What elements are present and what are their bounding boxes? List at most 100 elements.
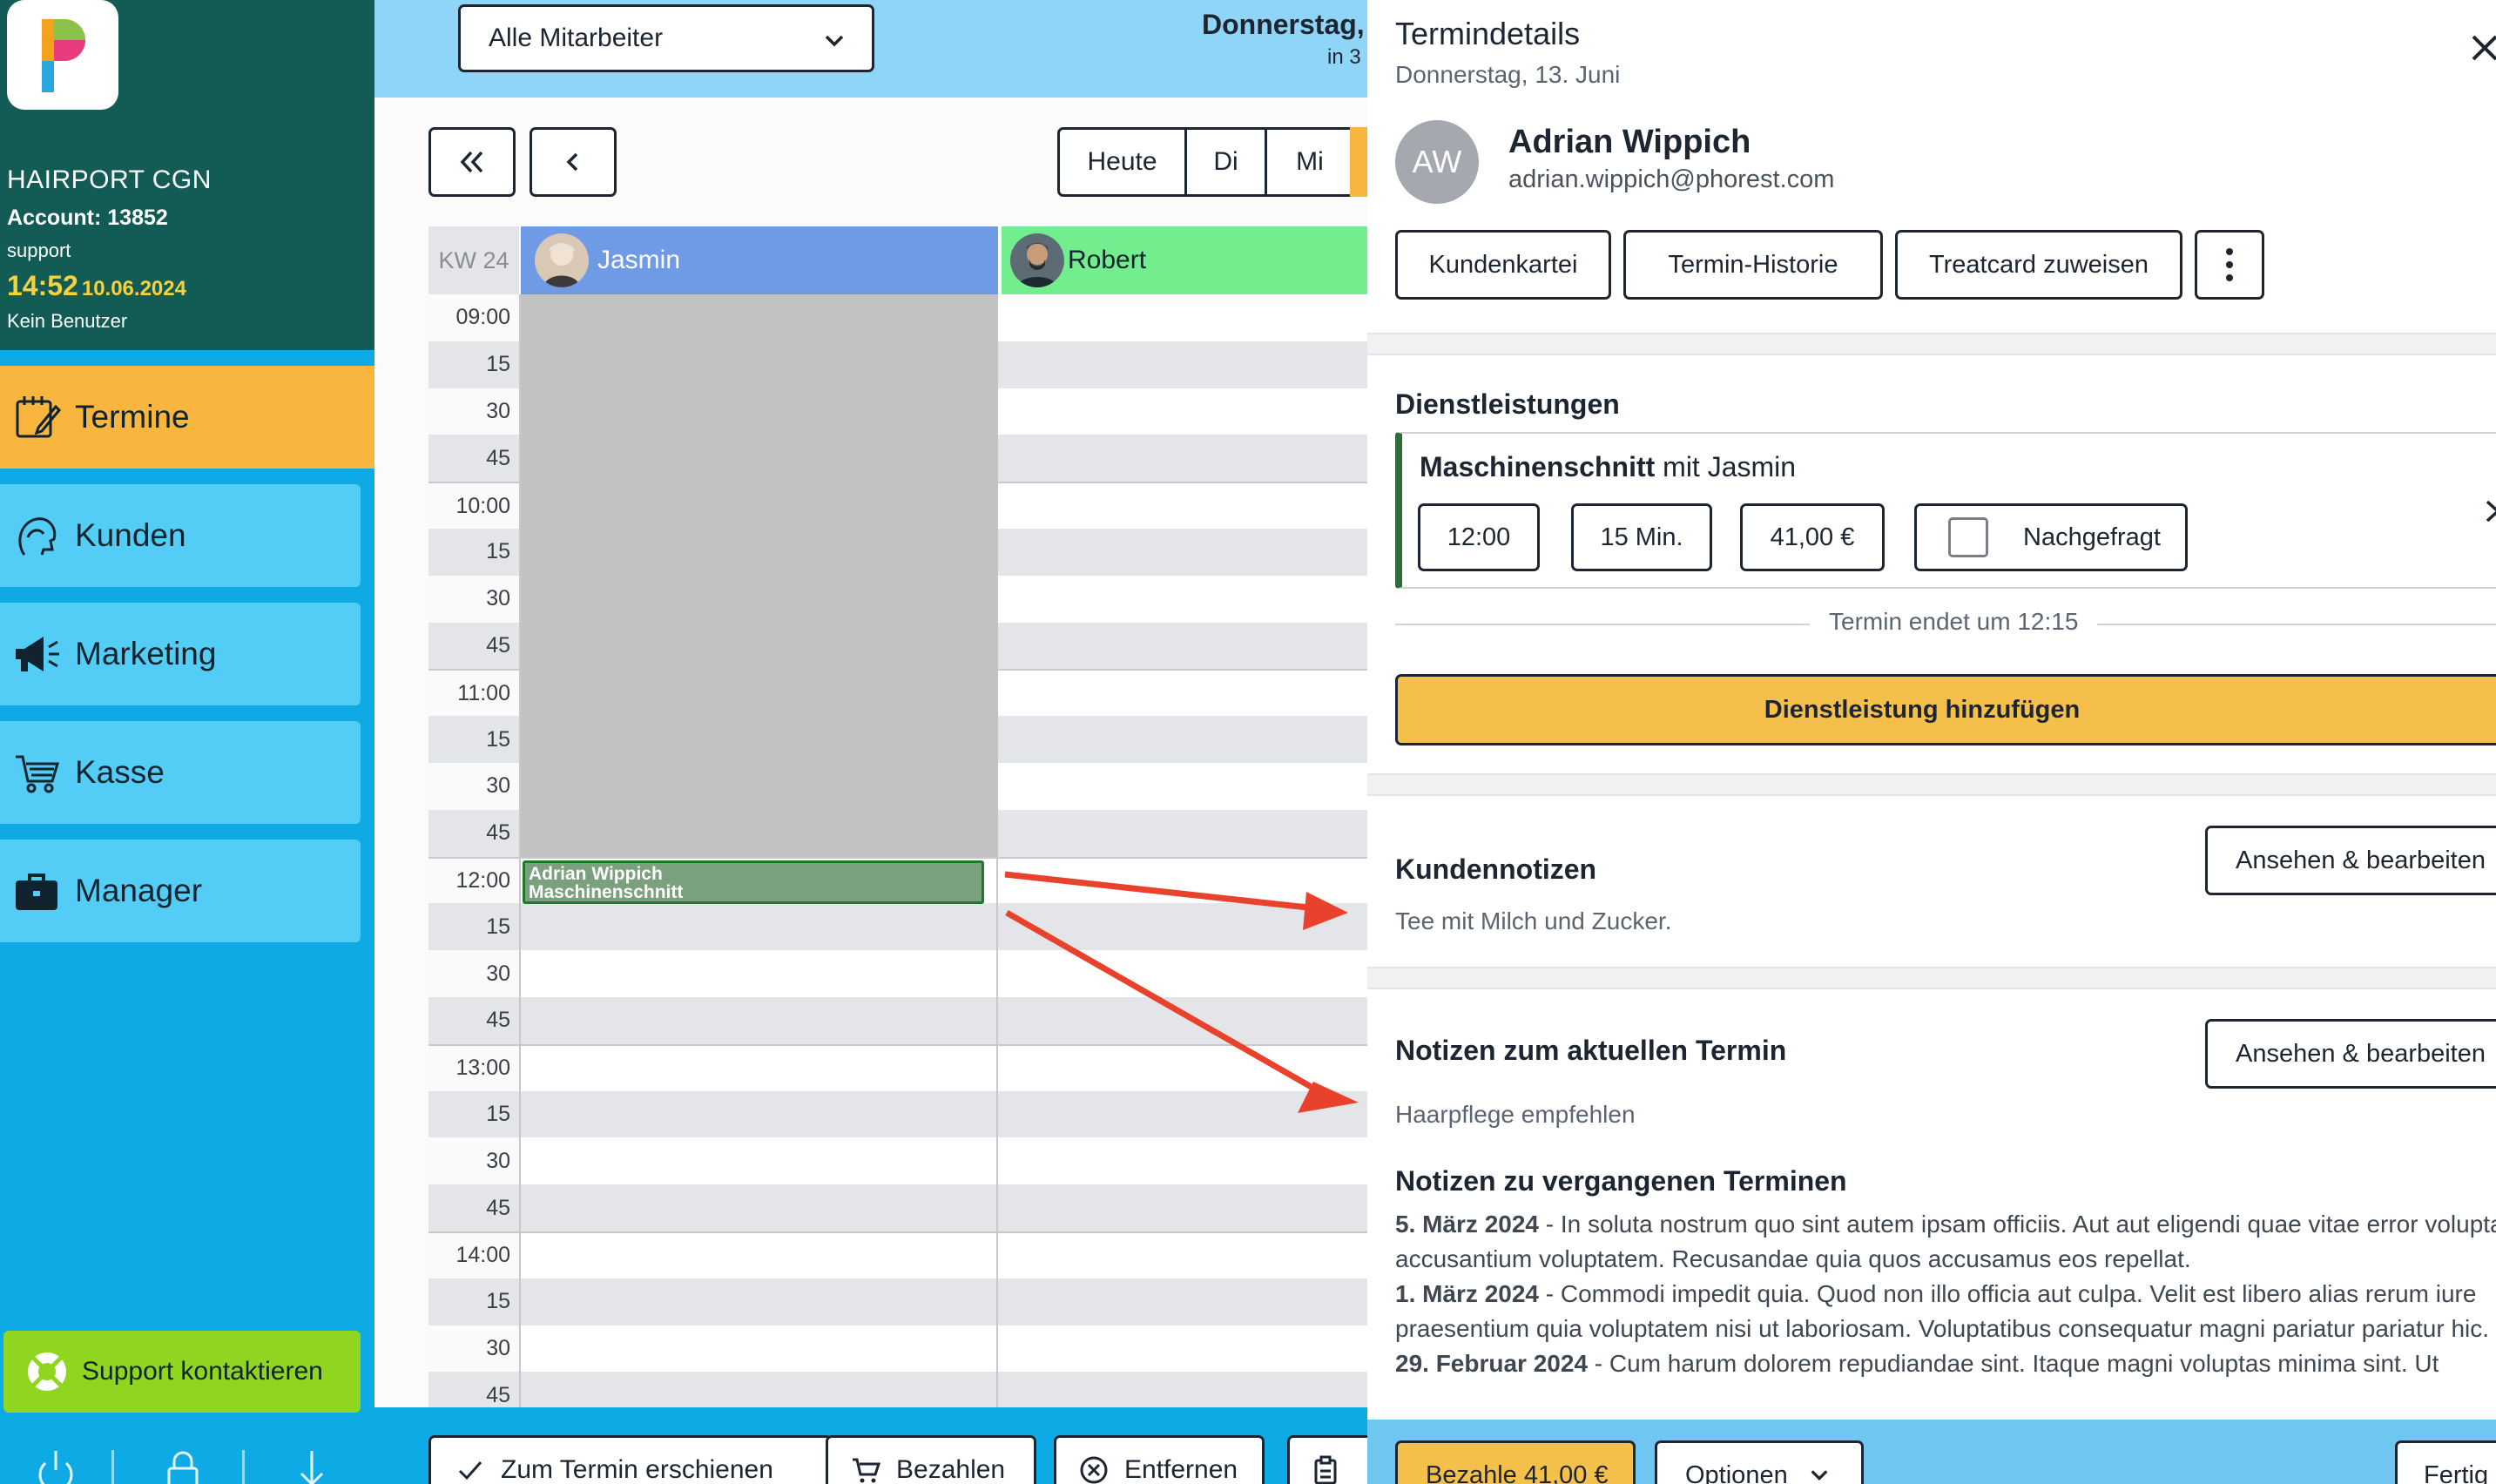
- appointment-block[interactable]: Adrian Wippich Maschinenschnitt: [523, 860, 984, 904]
- slot-robert[interactable]: [998, 1325, 1367, 1373]
- slot-robert[interactable]: [998, 716, 1367, 763]
- service-staff: mit Jasmin: [1663, 451, 1797, 482]
- slot-jasmin[interactable]: [519, 1184, 998, 1231]
- column-header-jasmin[interactable]: Jasmin: [521, 226, 998, 294]
- section-divider: [1367, 333, 2496, 355]
- day-button-di[interactable]: Di: [1187, 130, 1267, 194]
- slot-robert[interactable]: [998, 1278, 1367, 1325]
- slot-robert[interactable]: [998, 1372, 1367, 1407]
- nav-label: Kasse: [75, 754, 165, 790]
- slot-jasmin[interactable]: [519, 1325, 998, 1373]
- past-note-date: 1. März 2024: [1395, 1280, 1539, 1307]
- client-card-button[interactable]: Kundenkartei: [1395, 230, 1611, 300]
- current-time: 14:52 10.06.2024: [7, 270, 186, 302]
- chevron-right-icon[interactable]: [2480, 498, 2496, 524]
- time-label: 30: [428, 1137, 519, 1185]
- slot-jasmin[interactable]: [519, 1232, 998, 1278]
- time-label: 30: [428, 388, 519, 435]
- time-label: 30: [428, 575, 519, 623]
- support-button[interactable]: Support kontaktieren: [3, 1331, 361, 1413]
- slot-robert[interactable]: [998, 341, 1367, 388]
- slot-robert[interactable]: [998, 483, 1367, 529]
- slot-jasmin[interactable]: [519, 1090, 998, 1138]
- slot-robert[interactable]: [998, 622, 1367, 670]
- done-button[interactable]: Fertig: [2395, 1440, 2496, 1484]
- chevron-down-icon: [1811, 1470, 1828, 1481]
- slot-robert[interactable]: [998, 294, 1367, 341]
- slot-robert[interactable]: [998, 809, 1367, 857]
- nav-manager[interactable]: Manager: [0, 840, 361, 942]
- slot-jasmin[interactable]: [519, 1278, 998, 1325]
- edit-appointment-notes-button[interactable]: Ansehen & bearbeiten: [2205, 1019, 2496, 1089]
- section-divider: [1367, 967, 2496, 989]
- more-actions-button[interactable]: [2195, 230, 2264, 300]
- pay-label: Bezahlen: [896, 1455, 1006, 1484]
- account-number: Account: 13852: [7, 206, 168, 230]
- time-label: 11:00: [428, 671, 519, 717]
- add-service-button[interactable]: Dienstleistung hinzufügen: [1395, 674, 2496, 745]
- time-label: 14:00: [428, 1232, 519, 1278]
- phorest-logo: [7, 0, 118, 110]
- requested-toggle[interactable]: Nachgefragt: [1914, 503, 2188, 571]
- pay-amount-button[interactable]: Bezahle 41,00 €: [1395, 1440, 1636, 1484]
- past-notes-list: 5. März 2024 - In soluta nostrum quo sin…: [1395, 1207, 2496, 1381]
- nav-label: Kunden: [75, 517, 186, 553]
- slot-robert[interactable]: [998, 1232, 1367, 1278]
- time-label: 15: [428, 903, 519, 951]
- service-price[interactable]: 41,00 €: [1740, 503, 1885, 571]
- slot-jasmin[interactable]: [519, 1372, 998, 1407]
- treatcard-button[interactable]: Treatcard zuweisen: [1895, 230, 2182, 300]
- slot-robert[interactable]: [998, 671, 1367, 717]
- past-note-date: 5. März 2024: [1395, 1211, 1539, 1238]
- nav-kunden[interactable]: Kunden: [0, 484, 361, 587]
- download-icon[interactable]: [286, 1447, 338, 1484]
- slot-jasmin[interactable]: [519, 903, 998, 951]
- slot-jasmin[interactable]: [519, 1137, 998, 1185]
- lock-icon[interactable]: [157, 1447, 209, 1484]
- day-button-mi[interactable]: Mi: [1267, 130, 1353, 194]
- past-note-date: 29. Februar 2024: [1395, 1350, 1589, 1377]
- close-icon[interactable]: [2470, 33, 2496, 63]
- slot-robert[interactable]: [998, 575, 1367, 623]
- slot-jasmin[interactable]: [519, 1045, 998, 1091]
- service-name: Maschinenschnitt mit Jasmin: [1420, 451, 1796, 483]
- prev-day-button[interactable]: [530, 127, 617, 197]
- arrow-to-client-notes: [1004, 871, 1325, 913]
- blocked-time: [521, 294, 998, 857]
- options-button[interactable]: Optionen: [1655, 1440, 1864, 1484]
- edit-client-notes-button[interactable]: Ansehen & bearbeiten: [2205, 826, 2496, 895]
- slot-jasmin[interactable]: [519, 996, 998, 1044]
- slot-jasmin[interactable]: [519, 950, 998, 997]
- nav-kasse[interactable]: Kasse: [0, 721, 361, 824]
- nav-marketing[interactable]: Marketing: [0, 603, 361, 705]
- staff-select[interactable]: Alle Mitarbeiter: [458, 4, 874, 72]
- notes-button[interactable]: [1287, 1435, 1374, 1484]
- jump-back-button[interactable]: [428, 127, 516, 197]
- arrived-button[interactable]: Zum Termin erschienen: [428, 1435, 833, 1484]
- time-label: 12:00: [428, 858, 519, 904]
- power-icon[interactable]: [30, 1447, 82, 1484]
- clipboard-icon: [1314, 1455, 1337, 1484]
- view-selected-indicator[interactable]: [1350, 127, 1367, 197]
- service-duration[interactable]: 15 Min.: [1571, 503, 1712, 571]
- service-time[interactable]: 12:00: [1418, 503, 1540, 571]
- pay-button[interactable]: Bezahlen: [826, 1435, 1036, 1484]
- clock-date: 10.06.2024: [81, 277, 186, 300]
- column-header-robert[interactable]: Robert: [1002, 226, 1367, 294]
- appointment-history-button[interactable]: Termin-Historie: [1623, 230, 1883, 300]
- slot-robert[interactable]: [998, 1184, 1367, 1231]
- slot-robert[interactable]: [998, 435, 1367, 482]
- nav-termine[interactable]: Termine: [0, 366, 374, 469]
- today-button[interactable]: Heute: [1060, 130, 1187, 194]
- slot-robert[interactable]: [998, 762, 1367, 810]
- remove-button[interactable]: Entfernen: [1054, 1435, 1265, 1484]
- clock-time: 14:52: [7, 270, 78, 301]
- nav-label: Manager: [75, 873, 203, 908]
- past-note: 5. März 2024 - In soluta nostrum quo sin…: [1395, 1207, 2496, 1277]
- slot-robert[interactable]: [998, 388, 1367, 435]
- slot-robert[interactable]: [998, 528, 1367, 576]
- appointment-notes-title: Notizen zum aktuellen Termin: [1395, 1035, 1787, 1066]
- slot-robert[interactable]: [998, 1137, 1367, 1185]
- requested-checkbox[interactable]: [1948, 517, 1988, 557]
- chevron-left-icon: [566, 152, 578, 172]
